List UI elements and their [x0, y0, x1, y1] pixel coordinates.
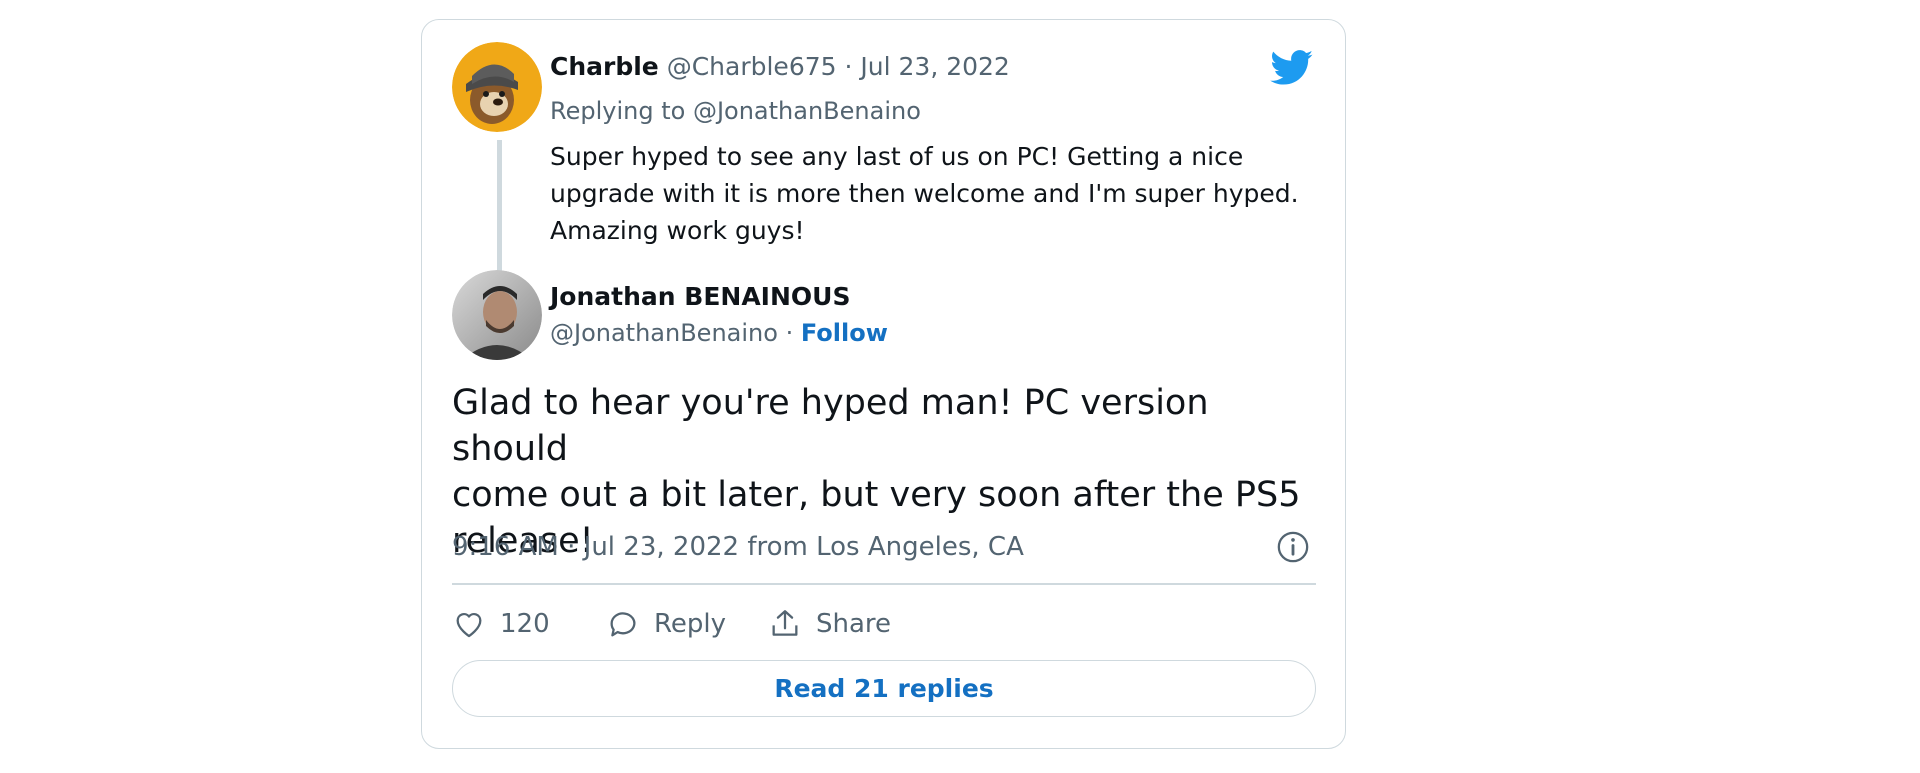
action-divider: [452, 583, 1316, 585]
share-action[interactable]: Share: [768, 604, 891, 644]
reply-author-handle[interactable]: @Charble675: [667, 52, 837, 81]
follow-button[interactable]: Follow: [801, 319, 888, 347]
info-icon[interactable]: [1276, 530, 1310, 564]
share-icon[interactable]: [768, 607, 802, 641]
main-text-line: come out a bit later, but very soon afte…: [452, 475, 1301, 515]
thread-connector-line: [497, 140, 502, 280]
main-author-handle[interactable]: @JonathanBenaino: [550, 319, 778, 347]
reply-date[interactable]: Jul 23, 2022: [860, 52, 1009, 81]
reply-text-line: Amazing work guys!: [550, 216, 805, 245]
jonathan-avatar[interactable]: [452, 270, 542, 360]
header-separator: ·: [844, 52, 853, 81]
subline-separator: ·: [785, 319, 794, 347]
share-label[interactable]: Share: [816, 609, 891, 639]
reply-bubble-icon[interactable]: [606, 607, 640, 641]
reply-text-line: Super hyped to see any last of us on PC!…: [550, 142, 1244, 171]
reply-tweet-text: Super hyped to see any last of us on PC!…: [550, 138, 1310, 249]
main-text-line: Glad to hear you're hyped man! PC versio…: [452, 383, 1209, 469]
embedded-tweet-card: Charble @Charble675 · Jul 23, 2022 Reply…: [421, 19, 1346, 749]
heart-icon[interactable]: [452, 607, 486, 641]
twitter-bird-icon[interactable]: [1270, 50, 1314, 86]
reply-label[interactable]: Reply: [654, 609, 726, 639]
charble-avatar[interactable]: [452, 42, 542, 132]
like-count: 120: [500, 609, 550, 639]
replying-prefix: Replying to: [550, 97, 686, 125]
like-action[interactable]: 120: [452, 604, 550, 644]
reply-action[interactable]: Reply: [606, 604, 726, 644]
tweet-timestamp[interactable]: 9:16 AM · Jul 23, 2022 from Los Angeles,…: [452, 530, 1024, 564]
reply-author-name[interactable]: Charble: [550, 52, 659, 81]
read-replies-button[interactable]: Read 21 replies: [452, 660, 1316, 717]
main-author-name[interactable]: Jonathan BENAINOUS: [550, 280, 850, 314]
reply-text-line: upgrade with it is more then welcome and…: [550, 179, 1299, 208]
replying-to-handle[interactable]: @JonathanBenaino: [693, 97, 921, 125]
reply-tweet-header: Charble @Charble675 · Jul 23, 2022: [550, 50, 1010, 84]
main-author-subline: @JonathanBenaino · Follow: [550, 316, 888, 350]
replying-to-line: Replying to @JonathanBenaino: [550, 94, 921, 128]
